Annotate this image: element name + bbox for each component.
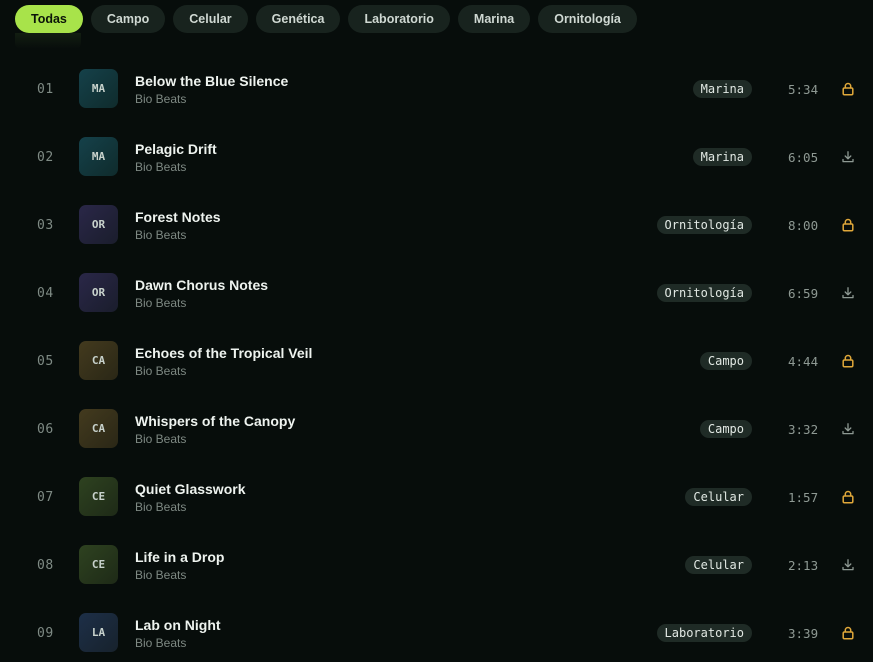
download-icon bbox=[841, 286, 855, 300]
track-number: 08 bbox=[37, 558, 54, 573]
track-title[interactable]: Dawn Chorus Notes bbox=[135, 277, 268, 293]
track-category-tag: Celular bbox=[685, 556, 752, 574]
track-artist: Bio Beats bbox=[135, 568, 187, 582]
track-thumbnail: CA bbox=[79, 409, 118, 448]
track-duration: 4:44 bbox=[788, 354, 819, 369]
track-number: 07 bbox=[37, 490, 54, 505]
track-artist: Bio Beats bbox=[135, 500, 187, 514]
track-number: 04 bbox=[37, 286, 54, 301]
track-row-01[interactable]: 01 MA Below the Blue Silence Bio Beats M… bbox=[0, 55, 873, 123]
track-row-09[interactable]: 09 LA Lab on Night Bio Beats Laboratorio… bbox=[0, 599, 873, 662]
track-number: 05 bbox=[37, 354, 54, 369]
filter-chip-genética[interactable]: Genética bbox=[255, 5, 341, 33]
track-title[interactable]: Lab on Night bbox=[135, 617, 221, 633]
lock-button[interactable] bbox=[839, 488, 857, 506]
track-duration: 6:59 bbox=[788, 286, 819, 301]
track-artist: Bio Beats bbox=[135, 364, 187, 378]
track-category-tag: Campo bbox=[699, 352, 752, 370]
download-button[interactable] bbox=[839, 284, 857, 302]
track-duration: 1:57 bbox=[788, 490, 819, 505]
track-artist: Bio Beats bbox=[135, 636, 187, 650]
track-category-tag: Campo bbox=[699, 420, 752, 438]
track-title[interactable]: Echoes of the Tropical Veil bbox=[135, 345, 312, 361]
filter-chip-marina[interactable]: Marina bbox=[457, 5, 531, 33]
track-row-06[interactable]: 06 CA Whispers of the Canopy Bio Beats C… bbox=[0, 395, 873, 463]
track-duration: 6:05 bbox=[788, 150, 819, 165]
track-list: 01 MA Below the Blue Silence Bio Beats M… bbox=[0, 55, 873, 662]
track-number: 09 bbox=[37, 626, 54, 641]
track-number: 01 bbox=[37, 82, 54, 97]
filter-chip-celular[interactable]: Celular bbox=[173, 5, 248, 33]
track-row-08[interactable]: 08 CE Life in a Drop Bio Beats Celular 2… bbox=[0, 531, 873, 599]
track-title[interactable]: Whispers of the Canopy bbox=[135, 413, 295, 429]
filter-chip-laboratorio[interactable]: Laboratorio bbox=[348, 5, 450, 33]
track-row-07[interactable]: 07 CE Quiet Glasswork Bio Beats Celular … bbox=[0, 463, 873, 531]
lock-icon bbox=[841, 626, 855, 640]
track-category-tag: Marina bbox=[692, 80, 752, 98]
track-title[interactable]: Below the Blue Silence bbox=[135, 73, 288, 89]
music-library-page: Todas Campo Celular Genética Laboratorio Mari… bbox=[0, 0, 873, 662]
track-duration: 2:13 bbox=[788, 558, 819, 573]
download-icon bbox=[841, 558, 855, 572]
lock-button[interactable] bbox=[839, 352, 857, 370]
track-row-02[interactable]: 02 MA Pelagic Drift Bio Beats Marina 6:0… bbox=[0, 123, 873, 191]
track-thumbnail: CE bbox=[79, 545, 118, 584]
download-icon bbox=[841, 422, 855, 436]
track-duration: 5:34 bbox=[788, 82, 819, 97]
download-icon bbox=[841, 150, 855, 164]
track-duration: 3:32 bbox=[788, 422, 819, 437]
lock-icon bbox=[841, 490, 855, 504]
track-thumbnail: CA bbox=[79, 341, 118, 380]
track-artist: Bio Beats bbox=[135, 228, 187, 242]
track-title[interactable]: Quiet Glasswork bbox=[135, 481, 245, 497]
track-thumbnail: LA bbox=[79, 613, 118, 652]
track-row-04[interactable]: 04 OR Dawn Chorus Notes Bio Beats Ornito… bbox=[0, 259, 873, 327]
track-thumbnail: MA bbox=[79, 137, 118, 176]
track-artist: Bio Beats bbox=[135, 296, 187, 310]
track-thumbnail: MA bbox=[79, 69, 118, 108]
track-thumbnail: OR bbox=[79, 205, 118, 244]
track-category-tag: Ornitología bbox=[656, 216, 752, 234]
lock-button[interactable] bbox=[839, 216, 857, 234]
filter-chip-campo[interactable]: Campo bbox=[90, 5, 166, 33]
track-row-05[interactable]: 05 CA Echoes of the Tropical Veil Bio Be… bbox=[0, 327, 873, 395]
track-title[interactable]: Life in a Drop bbox=[135, 549, 224, 565]
track-number: 02 bbox=[37, 150, 54, 165]
download-button[interactable] bbox=[839, 556, 857, 574]
track-number: 06 bbox=[37, 422, 54, 437]
lock-icon bbox=[841, 82, 855, 96]
track-artist: Bio Beats bbox=[135, 160, 187, 174]
track-category-tag: Ornitología bbox=[656, 284, 752, 302]
track-number: 03 bbox=[37, 218, 54, 233]
filter-chip-ornitología[interactable]: Ornitología bbox=[538, 5, 637, 33]
track-category-tag: Celular bbox=[685, 488, 752, 506]
active-chip-glow bbox=[15, 33, 81, 49]
filter-chip-bar: Todas Campo Celular Genética Laboratorio Mari… bbox=[15, 5, 637, 33]
lock-icon bbox=[841, 218, 855, 232]
track-artist: Bio Beats bbox=[135, 92, 187, 106]
track-title[interactable]: Pelagic Drift bbox=[135, 141, 217, 157]
track-thumbnail: CE bbox=[79, 477, 118, 516]
lock-button[interactable] bbox=[839, 624, 857, 642]
download-button[interactable] bbox=[839, 420, 857, 438]
track-duration: 8:00 bbox=[788, 218, 819, 233]
track-row-03[interactable]: 03 OR Forest Notes Bio Beats Ornitología… bbox=[0, 191, 873, 259]
track-duration: 3:39 bbox=[788, 626, 819, 641]
track-category-tag: Marina bbox=[692, 148, 752, 166]
lock-icon bbox=[841, 354, 855, 368]
filter-chip-todas[interactable]: Todas bbox=[15, 5, 83, 33]
track-thumbnail: OR bbox=[79, 273, 118, 312]
download-button[interactable] bbox=[839, 148, 857, 166]
track-title[interactable]: Forest Notes bbox=[135, 209, 221, 225]
lock-button[interactable] bbox=[839, 80, 857, 98]
track-artist: Bio Beats bbox=[135, 432, 187, 446]
track-category-tag: Laboratorio bbox=[656, 624, 752, 642]
